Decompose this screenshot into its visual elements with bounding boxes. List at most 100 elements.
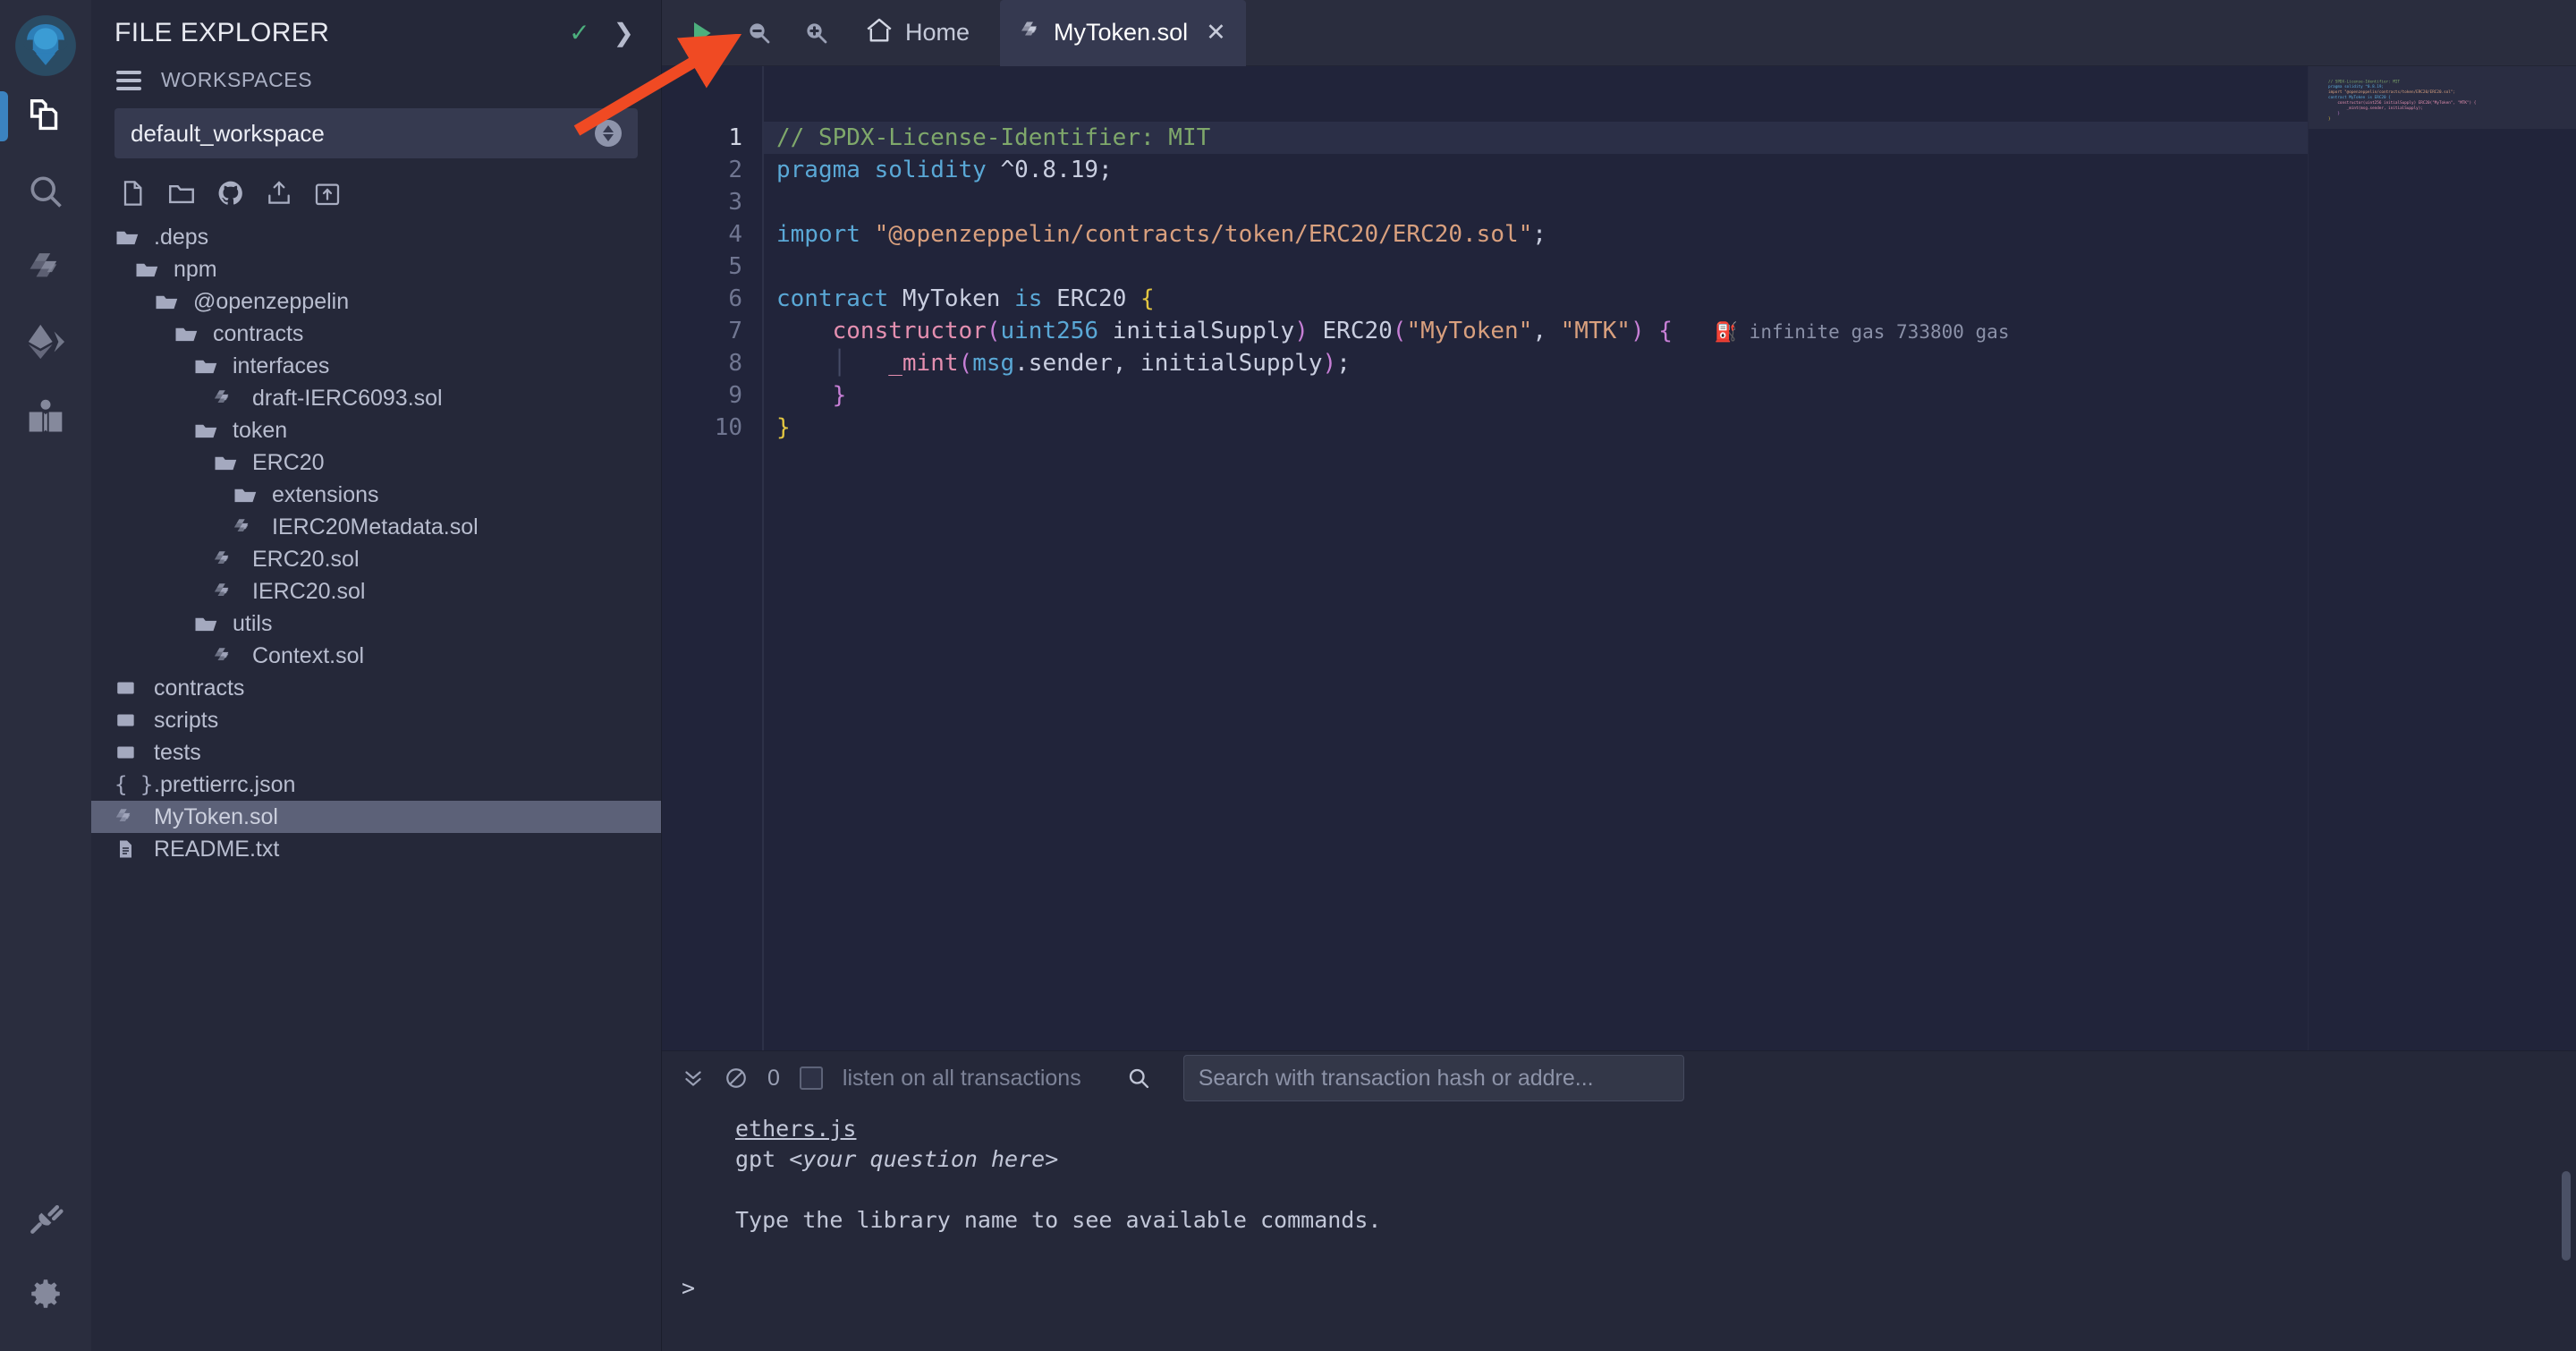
collapse-terminal-icon[interactable]: [682, 1066, 705, 1090]
check-icon[interactable]: ✓: [569, 21, 589, 46]
text-file-icon: [114, 837, 145, 862]
zoom-out-icon[interactable]: [746, 20, 773, 47]
workspaces-label: WORKSPACES: [161, 68, 313, 91]
solidity-icon: [213, 580, 243, 603]
tree-item-contracts[interactable]: contracts: [91, 318, 661, 350]
tree-item-label: IERC20.sol: [252, 578, 366, 604]
sidebar-item-settings[interactable]: [0, 1256, 91, 1331]
tree-item-label: draft-IERC6093.sol: [252, 385, 443, 411]
sidebar-item-deploy-run[interactable]: [0, 304, 91, 379]
gas-estimate-badge: ⛽ infinite gas 733800 gas: [1714, 321, 2010, 343]
file-tree[interactable]: .deps npm @openzeppelin contracts interfaces…: [91, 217, 661, 1351]
tree-item-label: contracts: [154, 675, 245, 701]
tree-item-ierc20metadata-sol[interactable]: IERC20Metadata.sol: [91, 511, 661, 543]
code-editor[interactable]: 1 2 3 4 5 6 7 8 9 10 // SPDX-License-Identifier: …: [662, 66, 2308, 1050]
tree-item-scripts[interactable]: scripts: [91, 704, 661, 736]
create-new-file-icon[interactable]: [118, 179, 147, 208]
solidity-icon: [1020, 18, 1041, 47]
tree-item--prettierrc-json[interactable]: { } .prettierrc.json: [91, 769, 661, 801]
sidebar-item-debugger[interactable]: [0, 379, 91, 455]
activity-icon-bar: [0, 0, 91, 1351]
tree-item-interfaces[interactable]: interfaces: [91, 350, 661, 382]
line-number: 9: [728, 382, 742, 409]
tree-item-label: ERC20: [252, 449, 325, 475]
tree-item-label: utils: [233, 610, 273, 636]
tree-item-erc20-sol[interactable]: ERC20.sol: [91, 543, 661, 575]
tree-item-label: README.txt: [154, 836, 280, 862]
tree-item-context-sol[interactable]: Context.sol: [91, 640, 661, 672]
terminal-toolbar: 0 listen on all transactions Search with…: [662, 1051, 2576, 1105]
tree-item-erc20[interactable]: ERC20: [91, 446, 661, 479]
tree-item-ierc20-sol[interactable]: IERC20.sol: [91, 575, 661, 608]
tree-item-label: .prettierrc.json: [154, 771, 296, 797]
tree-item-draft-ierc6093-sol[interactable]: draft-IERC6093.sol: [91, 382, 661, 414]
home-icon: [864, 15, 894, 50]
tab-mytoken-sol[interactable]: MyToken.sol ✕: [1000, 0, 1246, 66]
folder-icon: [233, 481, 263, 508]
spinner-arrows-icon[interactable]: [595, 120, 622, 147]
tree-item--deps[interactable]: .deps: [91, 221, 661, 253]
terminal-output[interactable]: •ethers.js •gpt <your question here> Typ…: [662, 1105, 2576, 1351]
editor-minimap[interactable]: // SPDX-License-Identifier: MIT pragma so…: [2308, 66, 2576, 1050]
upload-folder-icon[interactable]: [313, 179, 342, 208]
tree-item-utils[interactable]: utils: [91, 608, 661, 640]
line-number: 5: [728, 253, 742, 280]
code-line: // SPDX-License-Identifier: MIT: [764, 122, 2308, 154]
terminal-line: •gpt <your question here>: [735, 1146, 1059, 1172]
hamburger-menu-icon[interactable]: [116, 70, 141, 90]
github-clone-icon[interactable]: [216, 179, 245, 208]
clear-console-icon[interactable]: [724, 1066, 748, 1090]
tree-item-tests[interactable]: tests: [91, 736, 661, 769]
sidebar-item-file-explorer[interactable]: [0, 79, 91, 154]
terminal-panel: 0 listen on all transactions Search with…: [662, 1050, 2576, 1351]
workspaces-row: WORKSPACES: [91, 55, 661, 101]
tree-item-label: npm: [174, 256, 217, 282]
workspace-select[interactable]: default_workspace: [114, 108, 638, 158]
run-icon[interactable]: [687, 19, 716, 47]
transaction-search-input[interactable]: Search with transaction hash or addre...: [1182, 1055, 1684, 1101]
code-line: }: [832, 382, 847, 409]
folder-icon: [134, 256, 165, 283]
code-line: contract MyToken is ERC20 {: [776, 285, 1155, 312]
line-number: 6: [728, 285, 742, 312]
home-tab[interactable]: Home: [864, 15, 970, 50]
solidity-icon: [233, 515, 263, 539]
tree-item-label: contracts: [213, 320, 304, 346]
tree-item-mytoken-sol[interactable]: MyToken.sol: [91, 801, 661, 833]
code-content[interactable]: // SPDX-License-Identifier: MIT pragma s…: [762, 66, 2308, 1050]
tree-item-extensions[interactable]: extensions: [91, 479, 661, 511]
tree-item-contracts[interactable]: contracts: [91, 672, 661, 704]
transaction-count: 0: [767, 1065, 780, 1091]
tree-item-token[interactable]: token: [91, 414, 661, 446]
folder-icon: [114, 224, 145, 251]
remix-logo[interactable]: [13, 13, 79, 79]
file-action-toolbar: [91, 158, 661, 217]
tree-item-label: extensions: [272, 481, 379, 507]
publish-to-gist-icon[interactable]: [265, 179, 293, 208]
sidebar-item-solidity-compiler[interactable]: [0, 229, 91, 304]
folder-icon: [193, 353, 224, 379]
folder-icon: [114, 741, 145, 764]
chevron-right-icon[interactable]: ❯: [614, 21, 634, 46]
zoom-in-icon[interactable]: [803, 20, 830, 47]
listen-all-transactions-label: listen on all transactions: [842, 1065, 1081, 1091]
home-label: Home: [905, 19, 970, 46]
sidebar-item-search[interactable]: [0, 154, 91, 229]
terminal-prompt[interactable]: >: [662, 1236, 2576, 1301]
tree-item--openzeppelin[interactable]: @openzeppelin: [91, 285, 661, 318]
tree-item-npm[interactable]: npm: [91, 253, 661, 285]
ethers-js-link[interactable]: ethers.js: [735, 1116, 856, 1142]
line-number: 8: [728, 350, 742, 377]
terminal-scrollbar[interactable]: [2562, 1171, 2571, 1261]
create-new-folder-icon[interactable]: [166, 178, 197, 208]
tab-label: MyToken.sol: [1054, 19, 1189, 46]
search-icon[interactable]: [1126, 1066, 1151, 1091]
solidity-icon: [213, 548, 243, 571]
close-icon[interactable]: ✕: [1200, 19, 1226, 47]
tree-item-label: @openzeppelin: [193, 288, 350, 314]
code-line: pragma solidity ^0.8.19;: [776, 157, 1113, 183]
listen-all-transactions-checkbox[interactable]: [799, 1066, 823, 1090]
sidebar-item-plugin-manager[interactable]: [0, 1181, 91, 1256]
tree-item-readme-txt[interactable]: README.txt: [91, 833, 661, 865]
line-number: 3: [728, 189, 742, 216]
